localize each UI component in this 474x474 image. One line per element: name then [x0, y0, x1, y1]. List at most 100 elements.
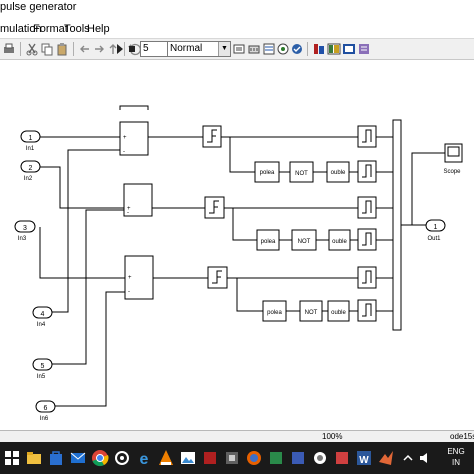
inport-label: In6: [40, 416, 49, 422]
app-icon[interactable]: [266, 448, 286, 468]
simulation-mode-value: Normal: [170, 43, 203, 54]
sum-sign-minus: -: [127, 210, 129, 216]
app-icon[interactable]: [200, 448, 220, 468]
back-icon[interactable]: [78, 42, 92, 56]
not-block-3[interactable]: NOT: [299, 300, 323, 322]
not-block-1[interactable]: NOT: [289, 161, 314, 183]
not-block-2[interactable]: NOT: [291, 229, 317, 251]
relay-block-2[interactable]: [204, 196, 225, 219]
outport-out1[interactable]: 1 Out1: [425, 219, 446, 242]
matlab-icon[interactable]: [376, 448, 396, 468]
language-indicator[interactable]: ENG IN: [440, 446, 472, 470]
vlc-icon[interactable]: [156, 448, 176, 468]
signal-line: [236, 278, 263, 312]
model-browser-icon[interactable]: [327, 42, 341, 56]
update-diagram-icon[interactable]: [232, 42, 246, 56]
relay-block-1[interactable]: [202, 125, 222, 148]
settings-icon[interactable]: [112, 448, 132, 468]
signal-line: [46, 149, 120, 313]
explorer-icon[interactable]: [342, 42, 356, 56]
debug-icon[interactable]: [276, 42, 290, 56]
scope-block[interactable]: Scope: [443, 143, 463, 175]
scope-label: Scope: [443, 169, 461, 175]
not-label: NOT: [305, 310, 318, 316]
build-icon[interactable]: [247, 42, 261, 56]
inport-label: In2: [24, 176, 33, 182]
relay-block-3[interactable]: [207, 266, 228, 289]
signal-line: [411, 152, 445, 225]
stop-simulation-icon[interactable]: [127, 42, 137, 56]
firefox-icon[interactable]: [244, 448, 264, 468]
simulation-mode-select[interactable]: Normal ▼: [167, 41, 231, 57]
pulse-block-6[interactable]: [357, 299, 377, 322]
boolean-label: polea: [260, 170, 275, 176]
sum-block-2[interactable]: + -: [123, 183, 153, 217]
toolbar: 5 Normal ▼: [0, 38, 474, 60]
app-icon[interactable]: [310, 448, 330, 468]
pulse-block-2[interactable]: [357, 160, 377, 183]
cut-icon[interactable]: [25, 42, 39, 56]
inport-number: 1: [29, 135, 33, 142]
menu-format[interactable]: Format: [33, 23, 68, 35]
photos-icon[interactable]: [178, 448, 198, 468]
app-icon[interactable]: [332, 448, 352, 468]
windows-start-icon[interactable]: [2, 448, 22, 468]
stop-time-field[interactable]: 5: [140, 41, 168, 57]
chevron-down-icon[interactable]: ▼: [218, 42, 230, 56]
mail-icon[interactable]: [68, 448, 88, 468]
signal-line: [229, 137, 255, 173]
copy-icon[interactable]: [40, 42, 54, 56]
sum-sign-plus: +: [123, 135, 127, 141]
boolean-block-3[interactable]: polea: [262, 300, 287, 322]
menu-tools[interactable]: Tools: [64, 23, 90, 35]
chrome-icon[interactable]: [90, 448, 110, 468]
inport-in6[interactable]: 6 In6: [35, 400, 56, 422]
outport-label: Out1: [427, 236, 441, 242]
library-browser-icon[interactable]: [312, 42, 326, 56]
mux-block[interactable]: [392, 119, 402, 331]
model-advisor-icon[interactable]: [290, 42, 304, 56]
app-icon[interactable]: [288, 448, 308, 468]
sum-block-1[interactable]: + -: [119, 105, 149, 156]
boolean-block-2[interactable]: polea: [256, 229, 280, 251]
double-block-3[interactable]: ouble: [327, 300, 350, 322]
double-label: ouble: [331, 170, 346, 176]
sum-block-3[interactable]: + -: [124, 255, 154, 300]
outport-number: 1: [434, 224, 438, 231]
inport-label: In4: [37, 322, 46, 328]
double-block-2[interactable]: ouble: [328, 229, 351, 251]
print-icon[interactable]: [2, 42, 16, 56]
sum-sign-minus: -: [128, 289, 130, 295]
pulse-block-5[interactable]: [357, 266, 377, 289]
paste-icon[interactable]: [55, 42, 69, 56]
double-label: ouble: [332, 239, 347, 245]
inport-in5[interactable]: 5 In5: [32, 358, 53, 380]
forward-icon[interactable]: [92, 42, 106, 56]
pulse-block-4[interactable]: [357, 228, 377, 251]
sum-sign-minus: -: [123, 149, 125, 155]
double-block-1[interactable]: ouble: [326, 161, 350, 183]
debugger-icon[interactable]: [357, 42, 371, 56]
sum-sign-plus: +: [128, 275, 132, 281]
inport-label: In3: [18, 236, 27, 242]
menu-help[interactable]: Help: [87, 23, 110, 35]
pulse-block-3[interactable]: [357, 196, 377, 219]
model-explorer-icon[interactable]: [262, 42, 276, 56]
toolbar-separator: [73, 42, 74, 56]
solver-name: ode15s: [450, 432, 474, 441]
pulse-block-1[interactable]: [357, 125, 377, 148]
app-icon[interactable]: [222, 448, 242, 468]
volume-icon[interactable]: [416, 448, 436, 468]
model-canvas[interactable]: 1 In1 2 In2 3 In3 4 In4 5 In5 6 In6 + - …: [0, 60, 474, 430]
word-icon[interactable]: W: [354, 448, 374, 468]
inport-in2[interactable]: 2 In2: [20, 160, 41, 182]
inport-in3[interactable]: 3 In3: [14, 220, 36, 242]
boolean-block-1[interactable]: polea: [254, 161, 280, 183]
inport-in1[interactable]: 1 In1: [20, 130, 41, 152]
inport-in4[interactable]: 4 In4: [32, 306, 53, 328]
start-simulation-icon[interactable]: [116, 42, 124, 56]
tray-up-icon[interactable]: [398, 448, 418, 468]
store-icon[interactable]: [46, 448, 66, 468]
file-explorer-icon[interactable]: [24, 448, 44, 468]
edge-icon[interactable]: e: [134, 448, 154, 468]
